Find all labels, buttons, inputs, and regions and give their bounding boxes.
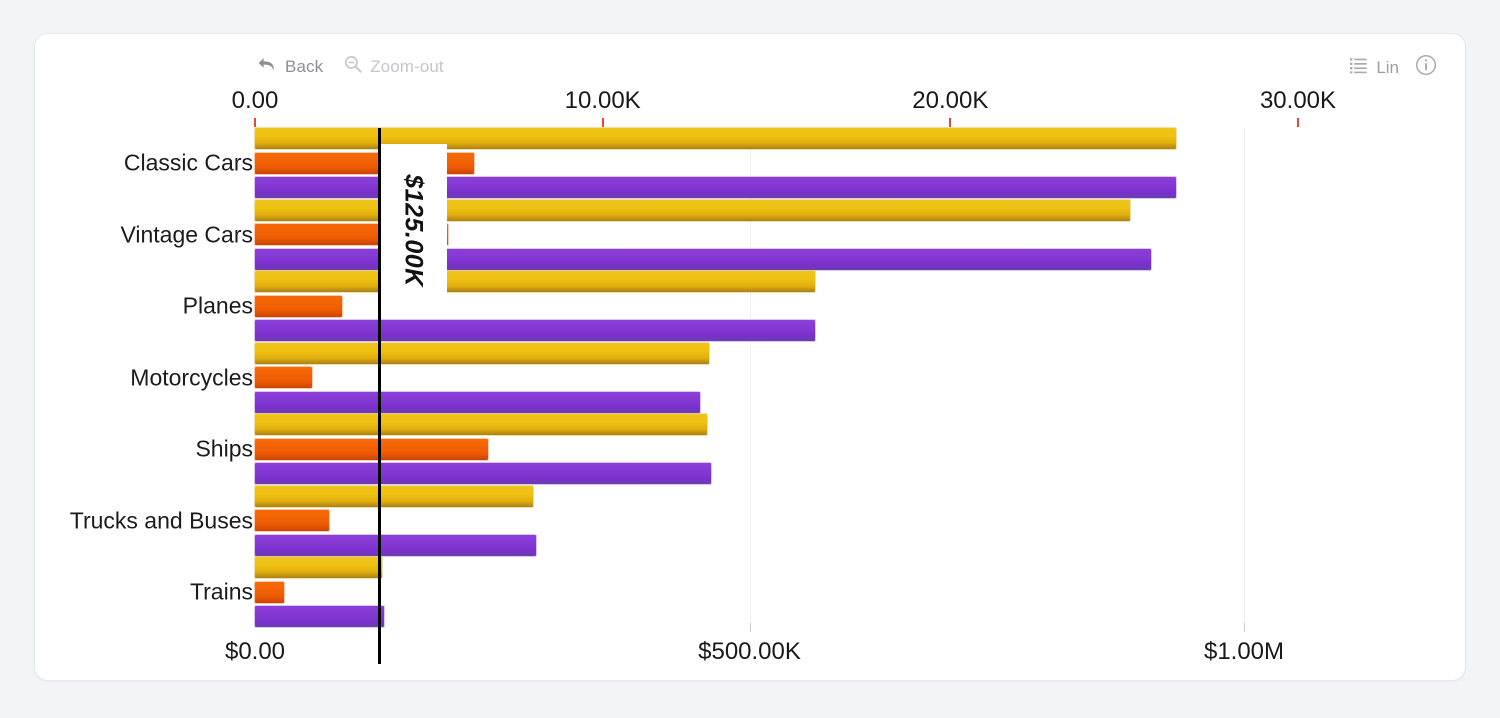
chart-plot-area: 0.00 10.00K 20.00K 30.00K $0.00 $500.00K $1.00… xyxy=(35,34,1465,680)
bar-gold[interactable] xyxy=(255,342,709,364)
bar-orange[interactable] xyxy=(255,510,330,532)
bar-gold[interactable] xyxy=(255,414,707,435)
bar-orange[interactable] xyxy=(255,295,342,317)
top-axis-tick-mark xyxy=(601,118,604,127)
reference-line-label: $125.00K xyxy=(380,144,447,316)
category-label: Motorcycles xyxy=(130,364,253,391)
category-label: Classic Cars xyxy=(123,149,253,176)
top-axis-tick-label: 0.00 xyxy=(231,87,279,114)
top-axis-tick-label: 20.00K xyxy=(912,87,989,114)
bottom-axis-tick-mark xyxy=(1244,623,1245,632)
top-axis-tick-mark xyxy=(254,118,256,127)
chart-card: Back Zoom-out Lin 0.00 10.00K 20.00K 30.… xyxy=(34,33,1466,681)
bar-purple[interactable] xyxy=(255,320,815,342)
bar-purple[interactable] xyxy=(255,606,384,628)
top-axis-tick-label: 10.00K xyxy=(564,87,641,114)
bar-orange[interactable] xyxy=(255,438,488,460)
bar-purple[interactable] xyxy=(255,391,701,413)
category-label: Trucks and Buses xyxy=(69,507,253,534)
category-label: Planes xyxy=(182,292,253,319)
bar-gold[interactable] xyxy=(255,485,533,507)
bottom-axis-tick-label: $0.00 xyxy=(224,638,286,665)
bottom-axis-tick-label: $500.00K xyxy=(698,638,801,665)
bar-gold[interactable] xyxy=(255,271,815,292)
gridline xyxy=(1244,128,1245,631)
top-axis-tick-mark xyxy=(949,118,952,127)
bar-orange[interactable] xyxy=(255,367,313,389)
top-axis-tick-label: 30.00K xyxy=(1259,87,1337,114)
bar-orange[interactable] xyxy=(255,581,284,603)
bottom-axis-tick-mark xyxy=(749,623,751,632)
reference-line-label-text: $125.00K xyxy=(400,173,429,287)
bottom-axis-tick-label: $1.00M xyxy=(1203,638,1285,665)
category-label: Ships xyxy=(195,435,253,462)
top-axis-tick-mark xyxy=(1297,118,1299,127)
category-label: Trains xyxy=(189,578,253,605)
bar-purple[interactable] xyxy=(255,463,711,485)
bar-gold[interactable] xyxy=(255,557,382,578)
bar-purple[interactable] xyxy=(255,534,536,556)
category-label: Vintage Cars xyxy=(120,221,253,248)
